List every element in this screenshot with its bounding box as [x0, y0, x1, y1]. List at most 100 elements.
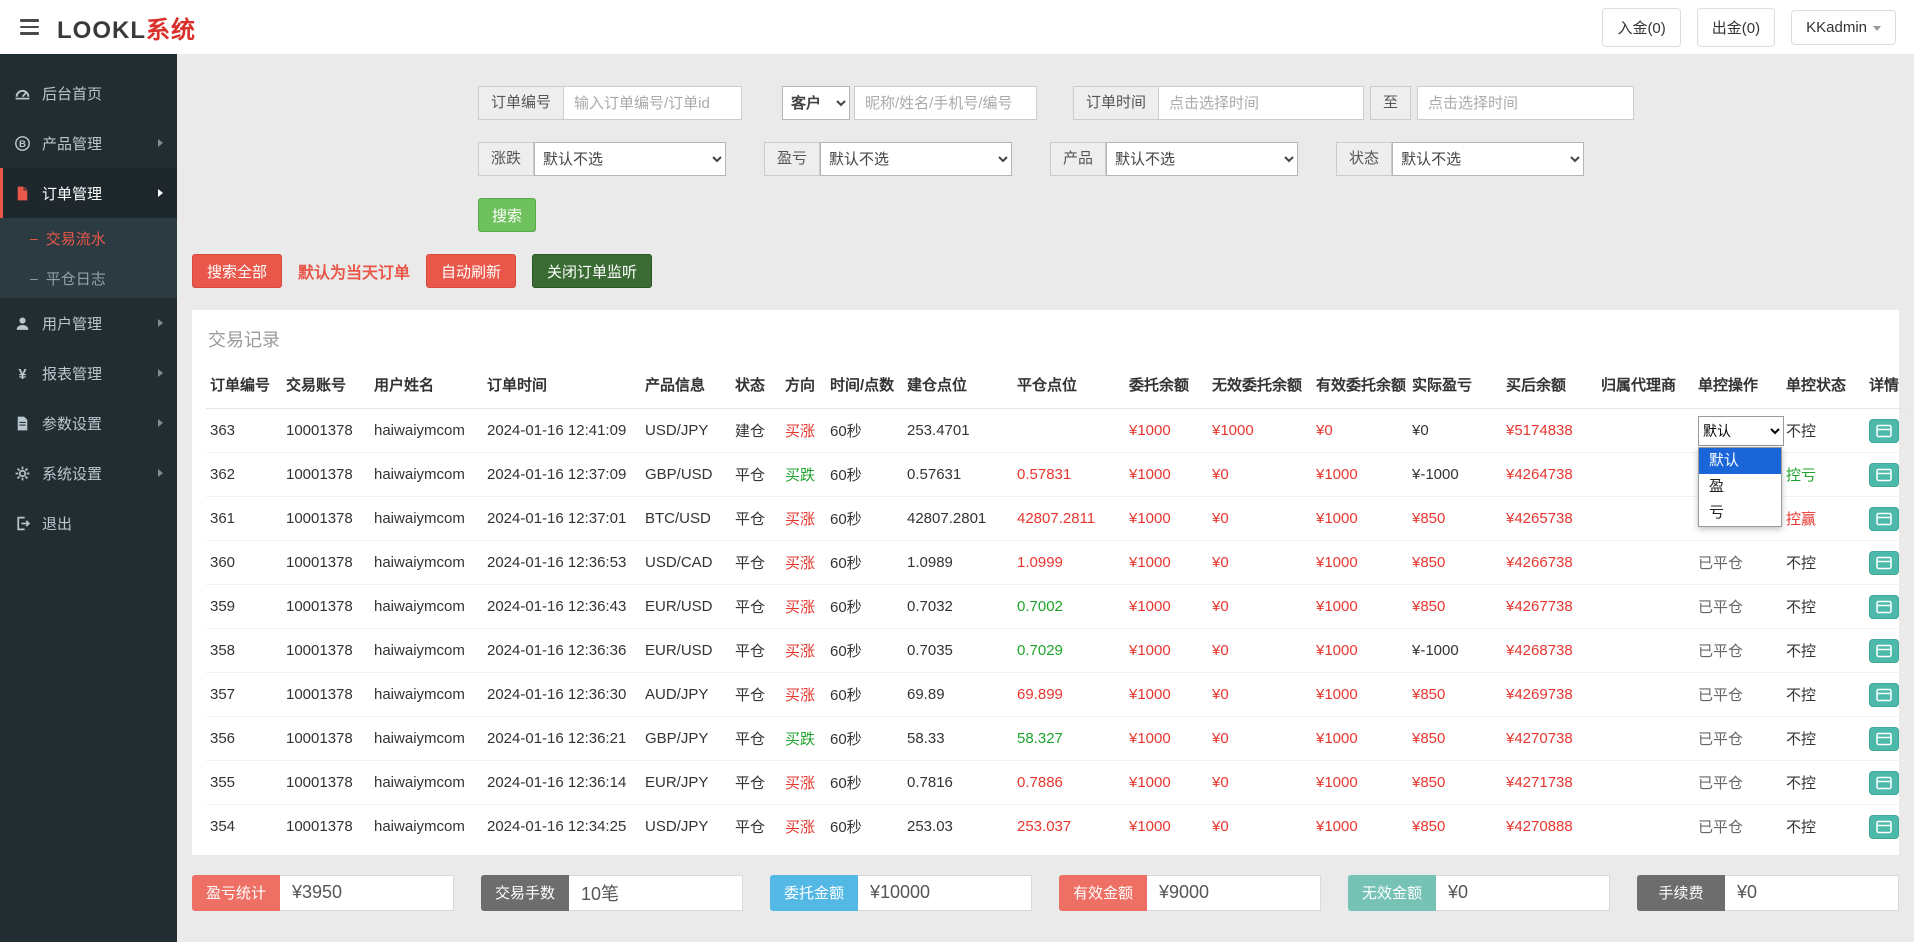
cell-order-time: 2024-01-16 12:37:01	[483, 497, 641, 541]
cell-control-status: 不控	[1782, 761, 1865, 805]
detail-button[interactable]	[1869, 727, 1899, 751]
cell-invalid-entrust-balance: ¥0	[1208, 497, 1312, 541]
control-cell: 已平仓	[1694, 761, 1782, 805]
sidebar-item-label: 系统设置	[42, 463, 102, 484]
cell-period: 60秒	[826, 453, 903, 497]
cell-period: 60秒	[826, 409, 903, 453]
customer-search-input[interactable]	[854, 86, 1037, 120]
order-no-filter-group: 订单编号	[478, 86, 742, 120]
cell-invalid-entrust-balance: ¥0	[1208, 673, 1312, 717]
control-option[interactable]: 默认	[1699, 448, 1781, 474]
search-button[interactable]: 搜索	[478, 198, 536, 232]
deposit-button[interactable]: 入金(0)	[1602, 8, 1680, 47]
detail-button[interactable]	[1869, 815, 1899, 839]
cell-open-price: 69.89	[903, 673, 1013, 717]
column-header: 交易账号	[282, 364, 370, 409]
chevron-right-icon	[158, 319, 163, 327]
cell-status: 建仓	[731, 409, 781, 453]
trade-table-body: 363 10001378 haiwaiymcom 2024-01-16 12:4…	[206, 409, 1905, 849]
column-header: 委托余额	[1125, 364, 1208, 409]
close-order-listen-button[interactable]: 关闭订单监听	[532, 254, 652, 288]
sidebar-item-reports[interactable]: ¥ 报表管理	[0, 348, 177, 398]
cell-account: 10001378	[282, 805, 370, 849]
sidebar-item-close-log[interactable]: – 平仓日志	[0, 258, 177, 298]
cell-order-no: 362	[206, 453, 282, 497]
table-row: 363 10001378 haiwaiymcom 2024-01-16 12:4…	[206, 409, 1905, 453]
hamburger-menu-icon[interactable]	[18, 15, 41, 39]
search-all-button[interactable]: 搜索全部	[192, 254, 282, 288]
detail-card-icon	[1876, 644, 1892, 658]
cell-actual-profit: ¥0	[1408, 409, 1502, 453]
cell-product: AUD/JPY	[641, 673, 731, 717]
brand-main: LOOKL	[57, 17, 146, 44]
summary-fee: 手续费 ¥0	[1637, 875, 1899, 911]
updown-select[interactable]: 默认不选	[534, 142, 726, 176]
cell-direction: 买涨	[781, 409, 826, 453]
status-select[interactable]: 默认不选	[1392, 142, 1584, 176]
cell-account: 10001378	[282, 497, 370, 541]
sidebar-item-system[interactable]: 系统设置	[0, 448, 177, 498]
auto-refresh-button[interactable]: 自动刷新	[426, 254, 516, 288]
sidebar-item-dashboard[interactable]: 后台首页	[0, 68, 177, 118]
column-header: 归属代理商	[1597, 364, 1694, 409]
time-from-input[interactable]	[1159, 86, 1364, 120]
cell-username: haiwaiymcom	[370, 717, 483, 761]
cell-direction: 买涨	[781, 761, 826, 805]
cell-status: 平仓	[731, 805, 781, 849]
cell-period: 60秒	[826, 585, 903, 629]
cell-invalid-entrust-balance: ¥0	[1208, 805, 1312, 849]
cell-control-status: 不控	[1782, 629, 1865, 673]
table-row: 357 10001378 haiwaiymcom 2024-01-16 12:3…	[206, 673, 1905, 717]
yen-icon: ¥	[14, 365, 31, 382]
cell-detail	[1865, 453, 1905, 497]
sidebar-item-orders[interactable]: 订单管理	[0, 168, 177, 218]
detail-card-icon	[1876, 732, 1892, 746]
detail-button[interactable]	[1869, 419, 1899, 443]
chevron-right-icon	[158, 419, 163, 427]
action-row: 搜索全部 默认为当天订单 自动刷新 关闭订单监听	[192, 254, 1899, 288]
detail-button[interactable]	[1869, 683, 1899, 707]
cell-open-price: 0.7032	[903, 585, 1013, 629]
control-option[interactable]: 盈	[1699, 474, 1781, 500]
profit-select[interactable]: 默认不选	[820, 142, 1012, 176]
detail-button[interactable]	[1869, 639, 1899, 663]
cell-invalid-entrust-balance: ¥0	[1208, 629, 1312, 673]
control-cell: 已平仓	[1694, 717, 1782, 761]
detail-button[interactable]	[1869, 551, 1899, 575]
time-to-input[interactable]	[1417, 86, 1634, 120]
control-dropdown-list: 默认盈亏	[1698, 447, 1782, 527]
cell-order-time: 2024-01-16 12:37:09	[483, 453, 641, 497]
control-select[interactable]: 默认	[1698, 416, 1784, 446]
sidebar-item-parameters[interactable]: 参数设置	[0, 398, 177, 448]
withdraw-button[interactable]: 出金(0)	[1697, 8, 1775, 47]
cell-account: 10001378	[282, 629, 370, 673]
cell-actual-profit: ¥-1000	[1408, 629, 1502, 673]
order-no-input[interactable]	[564, 86, 742, 120]
user-icon	[14, 315, 31, 332]
cell-after-balance: ¥4269738	[1502, 673, 1597, 717]
summary-label: 手续费	[1637, 875, 1725, 911]
detail-button[interactable]	[1869, 463, 1899, 487]
cell-after-balance: ¥4271738	[1502, 761, 1597, 805]
control-cell: 已平仓	[1694, 805, 1782, 849]
cell-direction: 买涨	[781, 585, 826, 629]
summary-trade-count: 交易手数 10笔	[481, 875, 743, 911]
control-option[interactable]: 亏	[1699, 500, 1781, 526]
sidebar-item-products[interactable]: B 产品管理	[0, 118, 177, 168]
cell-agent	[1597, 541, 1694, 585]
detail-button[interactable]	[1869, 595, 1899, 619]
summary-invalid-amount: 无效金额 ¥0	[1348, 875, 1610, 911]
detail-button[interactable]	[1869, 507, 1899, 531]
top-header: LOOKL系统 入金(0) 出金(0) KKadmin	[0, 0, 1914, 54]
sidebar-item-users[interactable]: 用户管理	[0, 298, 177, 348]
cell-order-time: 2024-01-16 12:36:53	[483, 541, 641, 585]
sidebar-item-trade-flow[interactable]: – 交易流水	[0, 218, 177, 258]
customer-type-select[interactable]: 客户	[782, 86, 850, 120]
sidebar-item-logout[interactable]: 退出	[0, 498, 177, 548]
svg-text:¥: ¥	[18, 366, 27, 381]
cell-detail	[1865, 409, 1905, 453]
detail-button[interactable]	[1869, 771, 1899, 795]
user-menu-button[interactable]: KKadmin	[1791, 10, 1896, 45]
product-select[interactable]: 默认不选	[1106, 142, 1298, 176]
cell-control-status: 不控	[1782, 585, 1865, 629]
